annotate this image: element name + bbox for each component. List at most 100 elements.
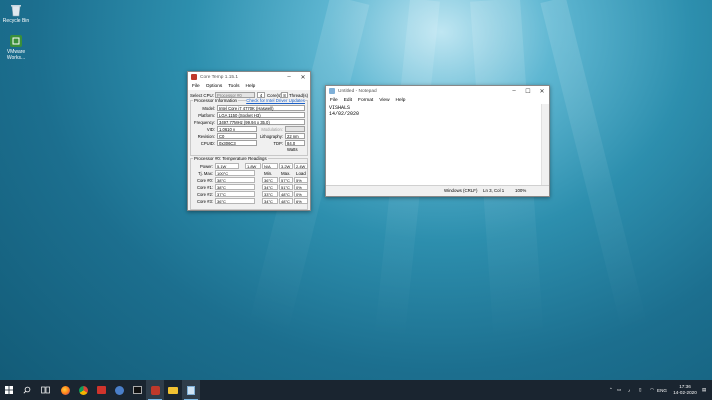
core-label: Core #0: — [196, 178, 213, 183]
clock-date: 14-02-2020 — [673, 390, 697, 395]
platform-label: Platform: — [198, 113, 215, 118]
start-button[interactable] — [0, 380, 18, 400]
vid-label: VID: — [206, 127, 215, 132]
menu-tools[interactable]: Tools — [228, 84, 239, 89]
core-max: 48°C — [279, 191, 293, 197]
processor-info-group: Processor Information Check for Intel Dr… — [190, 98, 308, 156]
core-label: Core #1: — [196, 185, 213, 190]
volume-icon[interactable]: ♪ — [628, 380, 630, 400]
vid-value: 1.0610 v — [217, 126, 257, 132]
menu-file[interactable]: File — [330, 98, 338, 103]
notepad-window[interactable]: Untitled - Notepad – ☐ ✕ File Edit Forma… — [325, 85, 550, 197]
core-min: 33°C — [262, 191, 278, 197]
tjmax-label: Tj. Max: — [198, 171, 213, 176]
coretemp-icon — [150, 385, 160, 395]
notepad-icon — [187, 385, 195, 395]
notepad-titlebar[interactable]: Untitled - Notepad – ☐ ✕ — [326, 86, 549, 96]
network-icon[interactable]: ▭ — [617, 380, 621, 400]
minimize-button[interactable]: – — [507, 86, 521, 96]
taskbar-notepad[interactable] — [182, 380, 200, 400]
menu-edit[interactable]: Edit — [344, 98, 352, 103]
battery-icon[interactable]: ▯ — [639, 380, 642, 400]
vmware-icon — [9, 34, 23, 48]
platform-value: LGA 1150 (Socket H3) — [217, 112, 305, 118]
clock[interactable]: 17:36 14-02-2020 — [670, 380, 700, 400]
power-cores: 1.8W — [245, 163, 261, 169]
lithography-label: Lithography: — [259, 134, 283, 139]
close-button[interactable]: ✕ — [296, 72, 310, 82]
taskbar-app-blue[interactable] — [110, 380, 128, 400]
core-temp: 38°C — [215, 177, 255, 183]
close-button[interactable]: ✕ — [535, 86, 549, 96]
menu-format[interactable]: Format — [358, 98, 373, 103]
notepad-text-area[interactable]: VISHALS 14/02/2020 — [326, 104, 542, 186]
vmware-desktop-icon[interactable]: VMware Works... — [2, 34, 30, 61]
light-ray — [540, 0, 648, 334]
core-max: 57°C — [279, 177, 293, 183]
processor-info-label: Processor Information — [193, 98, 238, 103]
folder-icon — [168, 386, 178, 394]
tdp-value: 84.0 Watts — [285, 140, 305, 152]
temperature-readings-label: Processor #0: Temperature Readings — [193, 156, 268, 161]
core-load: 5% — [294, 177, 308, 183]
language-indicator[interactable]: ENG — [657, 380, 667, 400]
taskbar-coretemp[interactable] — [146, 380, 164, 400]
menu-help[interactable]: Help — [396, 98, 406, 103]
menu-view[interactable]: View — [379, 98, 389, 103]
min-header: Min. — [264, 171, 273, 176]
app-icon — [114, 385, 124, 395]
chrome-icon — [78, 385, 88, 395]
recycle-bin-desktop-icon[interactable]: Recycle Bin — [2, 3, 30, 24]
task-view-button[interactable] — [36, 380, 54, 400]
coretemp-menubar: File Options Tools Help — [188, 82, 310, 90]
revision-label: Revision: — [197, 134, 215, 139]
wifi-icon[interactable]: ◠ — [650, 380, 654, 400]
taskbar-firefox[interactable] — [56, 380, 74, 400]
terminal-icon — [132, 386, 142, 394]
core-min: 34°C — [262, 198, 278, 204]
firefox-icon — [60, 385, 70, 395]
tdp-label: TDP: — [273, 141, 283, 146]
power-dram: 3.2W — [279, 163, 293, 169]
lithography-value: 22 nm — [285, 133, 305, 139]
core-max: 51°C — [279, 184, 293, 190]
tray-chevron[interactable]: ⌃ — [609, 380, 613, 400]
task-view-icon — [40, 386, 50, 394]
driver-update-link[interactable]: Check for Intel Driver Updates — [246, 98, 305, 103]
status-encoding: Windows (CRLF) — [444, 188, 478, 193]
max-header: Max. — [281, 171, 291, 176]
revision-value: C0 — [217, 133, 257, 139]
core-load: 6% — [294, 198, 308, 204]
taskbar: ⌃ ▭ ♪ ▯ ◠ ENG 17:36 14-02-2020 ▤ — [0, 380, 712, 400]
notification-icon[interactable]: ▤ — [702, 380, 706, 400]
taskbar-chrome[interactable] — [74, 380, 92, 400]
menu-options[interactable]: Options — [206, 84, 223, 89]
taskbar-terminal[interactable] — [128, 380, 146, 400]
minimize-button[interactable]: – — [282, 72, 296, 82]
modulation-label: Modulation: — [261, 127, 283, 132]
taskbar-file-explorer[interactable] — [164, 380, 182, 400]
modulation-value — [285, 126, 305, 132]
maximize-button[interactable]: ☐ — [521, 86, 535, 96]
frequency-label: Frequency: — [194, 120, 215, 125]
notepad-title: Untitled - Notepad — [338, 88, 377, 94]
vertical-scrollbar[interactable] — [541, 104, 549, 186]
notepad-menubar: File Edit Format View Help — [326, 96, 549, 104]
taskbar-app-red[interactable] — [92, 380, 110, 400]
power-gpu: 2.4W — [294, 163, 308, 169]
menu-help[interactable]: Help — [245, 84, 255, 89]
app-icon — [96, 386, 106, 394]
menu-file[interactable]: File — [192, 84, 200, 89]
coretemp-window[interactable]: Core Temp 1.15.1 – ✕ File Options Tools … — [187, 71, 311, 211]
search-button[interactable] — [18, 380, 36, 400]
core-label: Core #3: — [196, 199, 213, 204]
vmware-label: VMware Works... — [6, 49, 26, 61]
core-max: 48°C — [279, 198, 293, 204]
core-load: 0% — [294, 184, 308, 190]
coretemp-titlebar[interactable]: Core Temp 1.15.1 – ✕ — [188, 72, 310, 82]
core-temp: 37°C — [215, 191, 255, 197]
power-package: 5.1W — [215, 163, 239, 169]
model-value: Intel Core i7 4770K (Haswell) — [217, 105, 305, 111]
model-label: Model: — [202, 106, 215, 111]
core-temp: 36°C — [215, 198, 255, 204]
